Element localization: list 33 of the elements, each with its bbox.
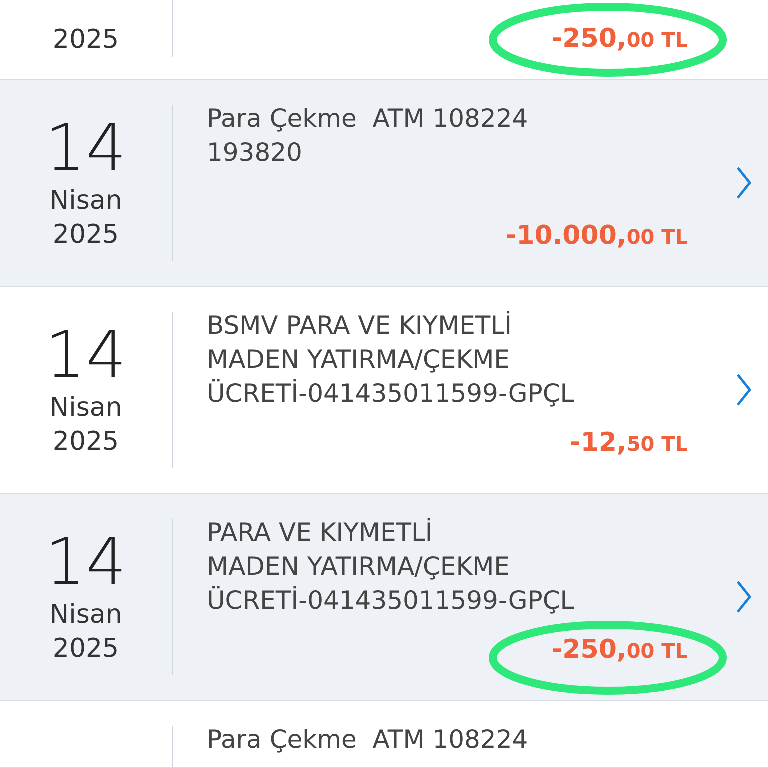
transaction-description: ÜCRETİ-041435011599-GPÇL xyxy=(207,585,576,617)
date-year: 2025 xyxy=(52,219,120,252)
transaction-description: Para Çekme ATM 108224 xyxy=(207,103,530,135)
date-day: 14 xyxy=(45,528,127,598)
transaction-description: MADEN YATIRMA/ÇEKME xyxy=(207,344,511,376)
date-year: 2025 xyxy=(52,426,120,459)
transaction-description: BSMV PARA VE KIYMETLİ xyxy=(207,310,514,342)
date-day: 14 xyxy=(45,321,127,391)
transaction-description: MADEN YATIRMA/ÇEKME xyxy=(207,551,511,583)
transaction-description: 193820 xyxy=(207,137,304,169)
transaction-description: Para Çekme ATM 108224 xyxy=(207,724,530,756)
date-day: 14 xyxy=(45,114,127,184)
amount-fraction: 00 TL xyxy=(626,27,688,54)
transaction-description: PARA VE KIYMETLİ xyxy=(207,517,434,549)
amount-main: -250, xyxy=(552,23,627,56)
transaction-row[interactable]: 14 Nisan 2025 Para Çekme ATM 108224 193820 -10.000,00 TL xyxy=(0,80,768,287)
amount-main: -10.000, xyxy=(506,220,627,253)
date-year: 2025 xyxy=(52,24,120,57)
chevron-right-icon[interactable] xyxy=(736,166,752,200)
date-month: Nisan xyxy=(50,392,122,425)
transaction-description: ÜCRETİ-041435011599-GPÇL xyxy=(207,378,576,410)
chevron-right-icon[interactable] xyxy=(736,580,752,614)
amount-fraction: 50 TL xyxy=(626,431,688,458)
date-month: Nisan xyxy=(50,599,122,632)
date-year: 2025 xyxy=(52,633,120,666)
chevron-right-icon[interactable] xyxy=(736,373,752,407)
amount-main: -12, xyxy=(570,427,627,460)
amount-fraction: 00 TL xyxy=(626,224,688,251)
date-month: Nisan xyxy=(50,185,122,218)
amount-main: -250, xyxy=(552,634,627,667)
transaction-row[interactable]: 14 Nisan 2025 PARA VE KIYMETLİ MADEN YATIRMA/ÇEKME ÜCRETİ-041435011599-GPÇL -250,00 TL xyxy=(0,494,768,701)
transaction-row[interactable]: 2025 -250,00 TL xyxy=(0,0,768,80)
amount-fraction: 00 TL xyxy=(626,638,688,665)
